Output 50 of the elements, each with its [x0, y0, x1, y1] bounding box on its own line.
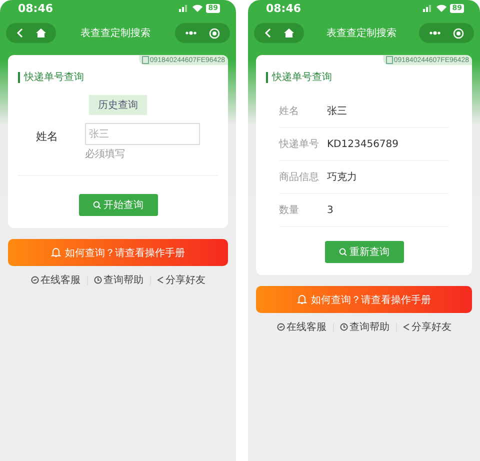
footer-link[interactable]: 分享好友 [156, 273, 206, 287]
document-icon [142, 56, 149, 64]
nav-title: 表查查定制搜索 [80, 26, 150, 40]
result-value: 张三 [327, 104, 347, 118]
signal-icon [179, 4, 190, 12]
menu-capsule[interactable] [175, 23, 230, 43]
share-icon [156, 276, 164, 284]
footer-link[interactable]: 在线客服 [30, 273, 80, 287]
signal-icon [423, 4, 434, 12]
bell-icon [51, 247, 61, 258]
footer-link[interactable]: 分享好友 [402, 320, 452, 334]
history-button[interactable]: 历史查询 [89, 95, 147, 115]
share-icon [402, 323, 410, 331]
nav-capsule[interactable] [254, 23, 304, 43]
result-label: 数量 [279, 204, 300, 217]
nav-title: 表查查定制搜索 [326, 26, 396, 40]
footer-link[interactable]: 查询帮助 [94, 273, 144, 287]
search-icon [92, 201, 100, 209]
card-heading: 快递单号查询 [18, 72, 218, 83]
target-icon[interactable] [209, 28, 220, 38]
document-icon [386, 56, 393, 64]
back-icon[interactable] [264, 28, 272, 38]
name-input-field[interactable]: 张三 [85, 123, 200, 145]
field-label: 姓名 [36, 129, 59, 144]
result-label: 快递单号 [279, 138, 320, 151]
status-time: 08:46 [18, 2, 54, 14]
result-value: 巧克力 [327, 170, 357, 184]
footer-link[interactable]: 在线客服 [276, 320, 326, 334]
nav-capsule[interactable] [6, 23, 56, 43]
status-time: 08:46 [266, 2, 302, 14]
home-icon[interactable] [36, 28, 46, 38]
more-icon[interactable] [185, 31, 197, 35]
back-icon[interactable] [16, 28, 24, 38]
field-hint: 必须填写 [85, 148, 126, 161]
result-label: 商品信息 [279, 170, 320, 184]
home-icon[interactable] [284, 28, 294, 38]
wifi-icon [192, 4, 204, 12]
target-icon[interactable] [453, 28, 464, 38]
wifi-icon [436, 4, 448, 12]
bell-icon [297, 294, 307, 305]
card-heading: 快递单号查询 [266, 72, 462, 83]
menu-capsule[interactable] [419, 23, 474, 43]
result-value: 3 [327, 204, 334, 216]
search-icon [338, 248, 346, 256]
clock-icon [94, 276, 102, 284]
more-icon[interactable] [429, 31, 441, 35]
result-label: 姓名 [279, 105, 300, 118]
result-value: KD123456789 [327, 138, 399, 150]
clock-icon [340, 323, 348, 331]
footer-link[interactable]: 查询帮助 [340, 320, 390, 334]
